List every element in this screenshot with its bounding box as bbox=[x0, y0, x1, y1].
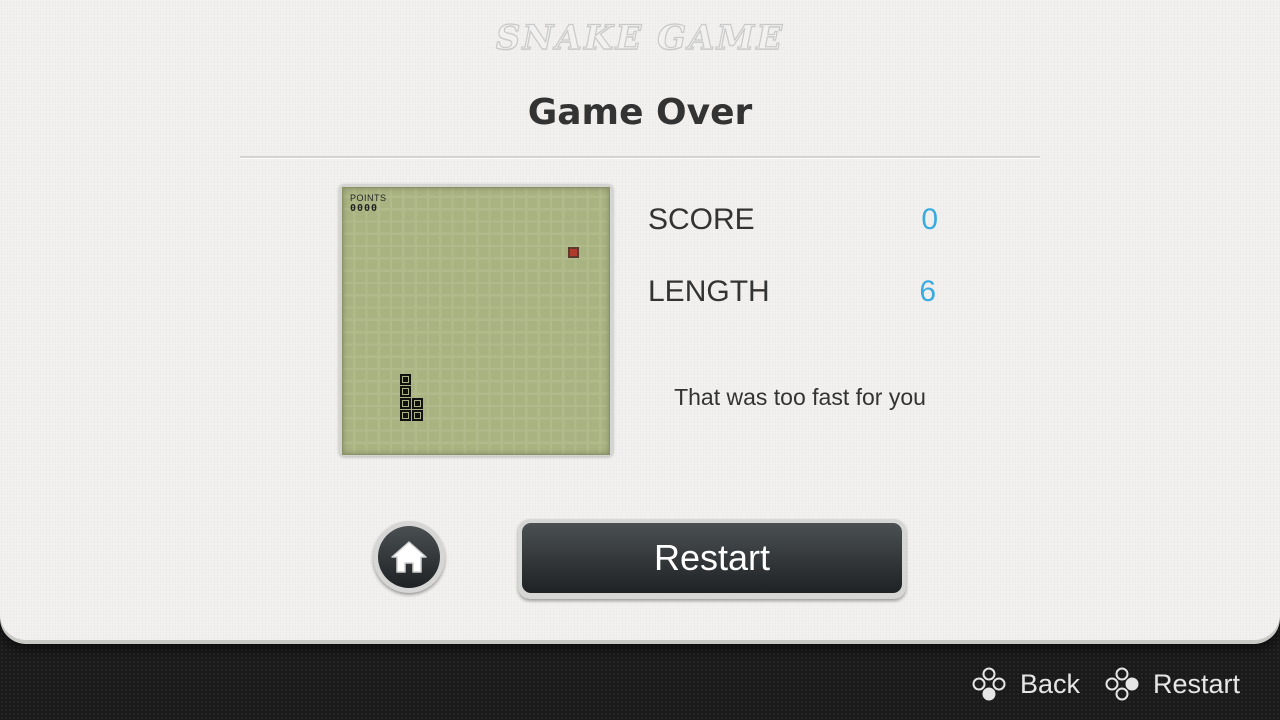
page-title: Game Over bbox=[527, 92, 753, 133]
game-over-message: That was too fast for you bbox=[674, 384, 926, 410]
game-board-frame: POINTS 0000 bbox=[339, 184, 613, 456]
snake-segment bbox=[412, 410, 423, 421]
food-pellet bbox=[568, 247, 579, 258]
footer-restart-label: Restart bbox=[1153, 668, 1241, 699]
snake-segment bbox=[412, 398, 423, 409]
snake-segment bbox=[400, 410, 411, 421]
points-label: POINTS bbox=[350, 193, 387, 203]
gamepad-buttons-icon bbox=[972, 667, 1006, 701]
footer-back[interactable]: Back bbox=[972, 662, 1080, 706]
game-board: POINTS 0000 bbox=[342, 187, 610, 455]
restart-button[interactable]: Restart bbox=[518, 519, 906, 599]
score-value: 0 bbox=[921, 203, 938, 236]
game-logo: SNAKE GAME bbox=[495, 17, 785, 58]
home-button-face[interactable] bbox=[378, 526, 440, 588]
length-value: 6 bbox=[919, 275, 936, 308]
home-button[interactable] bbox=[373, 521, 445, 593]
home-icon bbox=[391, 541, 427, 573]
restart-button-label[interactable]: Restart bbox=[522, 523, 902, 593]
snake-segment bbox=[400, 374, 411, 385]
snake-segment bbox=[400, 386, 411, 397]
gamepad-buttons-icon bbox=[1105, 667, 1139, 701]
footer-restart[interactable]: Restart bbox=[1105, 662, 1240, 706]
snake-segment bbox=[400, 398, 411, 409]
points-value: 0000 bbox=[350, 203, 379, 214]
divider bbox=[240, 156, 1040, 159]
score-label: SCORE bbox=[648, 203, 755, 236]
footer-back-label: Back bbox=[1020, 668, 1081, 699]
length-label: LENGTH bbox=[648, 275, 770, 308]
